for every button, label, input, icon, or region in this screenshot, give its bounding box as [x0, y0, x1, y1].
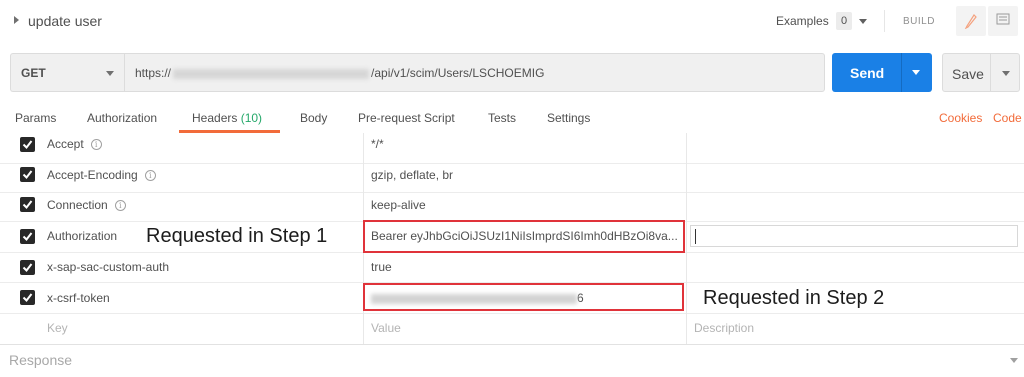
send-label: Send: [850, 65, 885, 81]
divider: [990, 54, 991, 91]
comment-icon[interactable]: [988, 6, 1018, 36]
column-divider: [686, 133, 687, 344]
method-label: GET: [21, 66, 46, 80]
value-placeholder[interactable]: Value: [371, 321, 401, 335]
tab-body[interactable]: Body: [300, 111, 327, 125]
save-button[interactable]: Save: [942, 53, 1020, 92]
divider: [901, 53, 902, 92]
divider: [0, 344, 1024, 345]
header-checkbox[interactable]: [20, 197, 35, 212]
key-placeholder[interactable]: Key: [47, 321, 68, 335]
examples-label[interactable]: Examples: [776, 14, 829, 28]
annotation-box-step1: [363, 220, 685, 253]
save-options-chevron-icon[interactable]: [1002, 71, 1010, 76]
response-label[interactable]: Response: [9, 352, 72, 368]
expand-caret-icon[interactable]: [14, 16, 19, 24]
header-key-text: Accept: [47, 137, 84, 151]
divider: [884, 10, 885, 32]
info-icon[interactable]: i: [144, 170, 156, 181]
annotation-box-step2: [363, 283, 684, 311]
header-checkbox[interactable]: [20, 167, 35, 182]
header-checkbox[interactable]: [20, 137, 35, 152]
header-value[interactable]: true: [371, 260, 392, 274]
header-value[interactable]: gzip, deflate, br: [371, 168, 453, 182]
header-key[interactable]: Accept i: [47, 137, 102, 151]
header-key-text: Accept-Encoding: [47, 168, 138, 182]
redacted-host: [173, 68, 370, 79]
header-checkbox[interactable]: [20, 229, 35, 244]
save-label: Save: [952, 66, 984, 82]
cookies-link[interactable]: Cookies: [939, 111, 982, 125]
table-row: [0, 133, 1024, 164]
tab-authorization[interactable]: Authorization: [87, 111, 157, 125]
header-key-text: Connection: [47, 198, 108, 212]
header-checkbox[interactable]: [20, 290, 35, 305]
chevron-down-icon: [106, 71, 114, 76]
chevron-down-icon[interactable]: [1010, 358, 1018, 363]
code-link[interactable]: Code: [993, 111, 1022, 125]
header-checkbox[interactable]: [20, 260, 35, 275]
edit-pencil-icon[interactable]: [956, 6, 986, 36]
tab-pre-request-script[interactable]: Pre-request Script: [358, 111, 455, 125]
url-input[interactable]: https:// /api/v1/scim/Users/LSCHOEMIG: [124, 53, 825, 92]
tab-headers[interactable]: Headers (10): [192, 111, 262, 125]
header-key[interactable]: x-csrf-token: [47, 291, 110, 305]
examples-count-badge: 0: [836, 12, 852, 30]
description-input[interactable]: [690, 225, 1018, 247]
send-options-chevron-icon[interactable]: [912, 70, 920, 75]
tab-params[interactable]: Params: [15, 111, 56, 125]
header-key[interactable]: Accept-Encoding i: [47, 168, 156, 182]
text-cursor: [695, 229, 696, 244]
url-text: https:// /api/v1/scim/Users/LSCHOEMIG: [135, 66, 544, 80]
header-value[interactable]: keep-alive: [371, 198, 426, 212]
build-label[interactable]: BUILD: [903, 16, 935, 27]
info-icon[interactable]: i: [90, 139, 102, 150]
tab-headers-label: Headers: [192, 111, 238, 125]
description-placeholder[interactable]: Description: [694, 321, 754, 335]
request-header-bar: update user Examples 0 BUILD: [0, 0, 1024, 44]
annotation-step1: Requested in Step 1: [146, 225, 328, 247]
url-path: /api/v1/scim/Users/LSCHOEMIG: [371, 66, 545, 80]
annotation-step2: Requested in Step 2: [703, 287, 885, 309]
tab-headers-count: (10): [240, 111, 263, 125]
header-value[interactable]: */*: [371, 137, 384, 151]
method-select[interactable]: GET: [10, 53, 124, 92]
tab-settings[interactable]: Settings: [547, 111, 590, 125]
header-key[interactable]: Authorization: [47, 229, 117, 243]
request-title[interactable]: update user: [28, 13, 102, 29]
examples-dropdown-icon[interactable]: [859, 19, 867, 24]
header-key[interactable]: x-sap-sac-custom-auth: [47, 260, 169, 274]
info-icon[interactable]: i: [114, 200, 126, 211]
table-row: [0, 191, 1024, 222]
tab-tests[interactable]: Tests: [488, 111, 516, 125]
header-key[interactable]: Connection i: [47, 198, 126, 212]
send-button[interactable]: Send: [832, 53, 932, 92]
url-prefix: https://: [135, 66, 172, 80]
